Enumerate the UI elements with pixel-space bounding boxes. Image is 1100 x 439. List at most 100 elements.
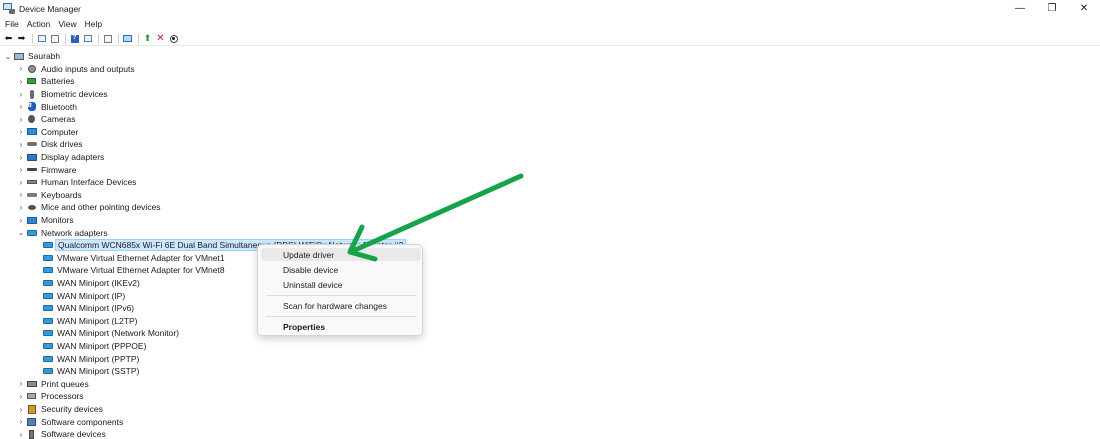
tree-item-label: Cameras	[41, 114, 76, 125]
network-adapter-item[interactable]: WAN Miniport (L2TP)	[42, 315, 137, 328]
chevron-right-icon[interactable]: ›	[16, 77, 26, 86]
properties-menu-item[interactable]: Properties	[261, 320, 421, 333]
device-view-icon[interactable]	[82, 34, 93, 44]
speaker-icon	[26, 64, 37, 73]
uninstall-icon[interactable]: ✕	[155, 33, 166, 44]
chevron-down-icon[interactable]: ⌄	[16, 228, 26, 237]
close-button[interactable]: ✕	[1068, 0, 1100, 17]
chevron-right-icon[interactable]: ›	[16, 430, 26, 439]
chevron-down-icon[interactable]: ⌄	[3, 52, 13, 61]
network-adapter-label: WAN Miniport (IP)	[57, 290, 126, 301]
properties-icon[interactable]	[49, 34, 60, 44]
network-adapter-label: WAN Miniport (PPPOE)	[57, 341, 147, 352]
disable-device-menu-item[interactable]: Disable device	[261, 263, 421, 276]
download-icon[interactable]	[168, 34, 179, 44]
menu-file[interactable]: File	[5, 19, 19, 29]
network-adapter-item[interactable]: WAN Miniport (IPv6)	[42, 302, 134, 315]
menu-view[interactable]: View	[58, 19, 76, 29]
tree-item-software-devices[interactable]: › Software devices	[16, 428, 106, 439]
network-adapter-item[interactable]: WAN Miniport (IP)	[42, 289, 125, 302]
chevron-right-icon[interactable]: ›	[16, 165, 26, 174]
annotation-arrow-icon	[347, 173, 524, 262]
monitor-icon[interactable]	[122, 34, 133, 44]
tree-item-software-components[interactable]: › Software components	[16, 415, 124, 428]
network-adapter-item[interactable]: WAN Miniport (SSTP)	[42, 365, 139, 378]
tree-item-cameras[interactable]: › Cameras	[16, 113, 76, 126]
tree-item-firmware[interactable]: › Firmware	[16, 163, 77, 176]
menu-help[interactable]: Help	[85, 19, 102, 29]
chevron-right-icon[interactable]: ›	[16, 216, 26, 225]
network-adapter-item[interactable]: VMware Virtual Ethernet Adapter for VMne…	[42, 264, 225, 277]
update-driver-icon[interactable]: ⬆	[142, 34, 153, 44]
chevron-right-icon[interactable]: ›	[16, 115, 26, 124]
context-menu: Update driver Disable device Uninstall d…	[257, 244, 423, 336]
chevron-right-icon[interactable]: ›	[16, 64, 26, 73]
network-adapter-item[interactable]: WAN Miniport (PPPOE)	[42, 340, 146, 353]
toolbar-separator	[138, 33, 139, 44]
chevron-right-icon[interactable]: ›	[16, 203, 26, 212]
uninstall-device-menu-item[interactable]: Uninstall device	[261, 278, 421, 291]
chevron-right-icon[interactable]: ›	[16, 90, 26, 99]
chevron-right-icon[interactable]: ›	[16, 127, 26, 136]
network-adapter-item[interactable]: WAN Miniport (Network Monitor)	[42, 327, 179, 340]
tree-item-label: Mice and other pointing devices	[41, 202, 161, 213]
tree-item-security[interactable]: › Security devices	[16, 403, 103, 416]
update-driver-menu-item[interactable]: Update driver	[261, 248, 421, 261]
chevron-right-icon[interactable]: ›	[16, 379, 26, 388]
network-adapter-item[interactable]: VMware Virtual Ethernet Adapter for VMne…	[42, 252, 225, 265]
tree-item-label: Display adapters	[41, 152, 105, 163]
network-adapter-item[interactable]: WAN Miniport (IKEv2)	[42, 277, 140, 290]
chevron-right-icon[interactable]: ›	[16, 178, 26, 187]
tree-item-hid[interactable]: › Human Interface Devices	[16, 176, 137, 189]
tree-item-keyboards[interactable]: › Keyboards	[16, 189, 82, 202]
scan-hardware-menu-item[interactable]: Scan for hardware changes	[261, 299, 421, 312]
network-adapter-label: WAN Miniport (IPv6)	[57, 303, 135, 314]
network-adapter-icon	[42, 304, 53, 313]
bluetooth-icon: ʙ	[26, 102, 37, 112]
back-icon[interactable]: ⬅	[3, 34, 14, 44]
maximize-button[interactable]: ❐	[1036, 0, 1068, 17]
tree-item-audio[interactable]: › Audio inputs and outputs	[16, 63, 135, 76]
tree-item-label: Keyboards	[41, 189, 82, 200]
chevron-right-icon[interactable]: ›	[16, 417, 26, 426]
tree-item-disk-drives[interactable]: › Disk drives	[16, 138, 83, 151]
mouse-icon	[26, 203, 37, 212]
forward-icon[interactable]: ➡	[16, 34, 27, 44]
processor-icon	[26, 392, 37, 401]
network-adapter-icon	[42, 253, 53, 262]
software-component-icon	[26, 417, 37, 426]
tree-item-processors[interactable]: › Processors	[16, 390, 84, 403]
tree-item-computer[interactable]: › Computer	[16, 126, 79, 139]
chevron-right-icon[interactable]: ›	[16, 405, 26, 414]
chevron-right-icon[interactable]: ›	[16, 190, 26, 199]
tree-item-mice[interactable]: › Mice and other pointing devices	[16, 201, 161, 214]
tree-item-batteries[interactable]: › Batteries	[16, 75, 75, 88]
network-adapter-icon	[42, 354, 53, 363]
show-hide-tree-icon[interactable]	[36, 34, 47, 44]
toolbar-separator	[32, 33, 33, 44]
network-adapter-label: WAN Miniport (PPTP)	[57, 353, 140, 364]
title-bar: Device Manager — ❐ ✕	[0, 0, 1100, 17]
tree-item-monitors[interactable]: › Monitors	[16, 214, 74, 227]
menu-separator	[266, 316, 416, 317]
tree-item-label: Disk drives	[41, 139, 83, 150]
tree-item-display-adapters[interactable]: › Display adapters	[16, 151, 105, 164]
chevron-right-icon[interactable]: ›	[16, 102, 26, 111]
tree-item-biometric[interactable]: › Biometric devices	[16, 88, 108, 101]
disk-icon	[26, 140, 37, 149]
chevron-right-icon[interactable]: ›	[16, 392, 26, 401]
tree-item-print-queues[interactable]: › Print queues	[16, 378, 89, 391]
toolbar: ⬅ ➡ ? ⬆ ✕	[0, 32, 1100, 46]
menu-separator	[266, 295, 416, 296]
print-icon[interactable]	[102, 34, 113, 44]
tree-item-network-adapters[interactable]: ⌄ Network adapters	[16, 226, 108, 239]
menu-action[interactable]: Action	[27, 19, 51, 29]
network-adapter-item[interactable]: WAN Miniport (PPTP)	[42, 352, 139, 365]
chevron-right-icon[interactable]: ›	[16, 140, 26, 149]
help-icon[interactable]: ?	[69, 34, 80, 44]
device-manager-icon	[3, 3, 15, 14]
minimize-button[interactable]: —	[1004, 0, 1036, 17]
tree-root[interactable]: ⌄ Saurabh	[3, 50, 61, 63]
chevron-right-icon[interactable]: ›	[16, 153, 26, 162]
tree-item-bluetooth[interactable]: › ʙ Bluetooth	[16, 100, 77, 113]
